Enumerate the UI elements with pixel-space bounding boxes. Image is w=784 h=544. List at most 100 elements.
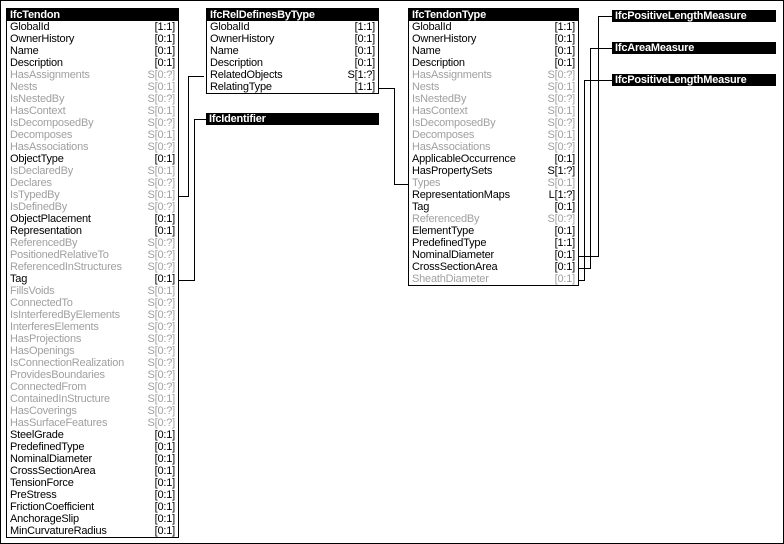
attribute-row[interactable]: Description [0:1] bbox=[7, 57, 178, 69]
attribute-row[interactable]: TensionForce [0:1] bbox=[7, 477, 178, 489]
attribute-row[interactable]: ApplicableOccurrence [0:1] bbox=[409, 153, 578, 165]
attribute-row[interactable]: RelatedObjects S[1:?] bbox=[207, 69, 378, 81]
attribute-name: IsNestedBy bbox=[10, 93, 65, 105]
attribute-name: FillsVoids bbox=[10, 285, 55, 297]
attribute-row[interactable]: Name [0:1] bbox=[207, 45, 378, 57]
attribute-row[interactable]: ObjectType [0:1] bbox=[7, 153, 178, 165]
attribute-cardinality: [0:1] bbox=[554, 273, 576, 285]
entity-ifctendon[interactable]: IfcTendon GlobalId [1:1] OwnerHistory [0:1… bbox=[6, 8, 179, 538]
attribute-row[interactable]: ObjectPlacement [0:1] bbox=[7, 213, 178, 225]
attribute-row[interactable]: RelatingType [1:1] bbox=[207, 81, 378, 93]
link-nominaldiameter-h1 bbox=[578, 256, 599, 257]
attribute-row[interactable]: IsDecomposedBy S[0:?] bbox=[409, 117, 578, 129]
attribute-cardinality: [0:1] bbox=[154, 273, 176, 285]
attribute-row[interactable]: IsTypedBy S[0:1] bbox=[7, 189, 178, 201]
attribute-row[interactable]: GlobalId [1:1] bbox=[7, 21, 178, 33]
typebox-ifcidentifier[interactable]: IfcIdentifier bbox=[206, 113, 379, 125]
attribute-row[interactable]: HasPropertySets S[1:?] bbox=[409, 165, 578, 177]
attribute-row[interactable]: HasProjections S[0:?] bbox=[7, 333, 178, 345]
attribute-cardinality: [0:1] bbox=[154, 429, 176, 441]
typebox-ifcpositivelengthmeasure-1[interactable]: IfcPositiveLengthMeasure bbox=[612, 10, 776, 22]
attribute-row[interactable]: SteelGrade [0:1] bbox=[7, 429, 178, 441]
attribute-name: NominalDiameter bbox=[10, 453, 92, 465]
attribute-name: FrictionCoefficient bbox=[10, 501, 95, 513]
attribute-row[interactable]: IsDeclaredBy S[0:1] bbox=[7, 165, 178, 177]
attribute-row[interactable]: ConnectedFrom S[0:?] bbox=[7, 381, 178, 393]
entity-ifctendontype[interactable]: IfcTendonType GlobalId [1:1] OwnerHistory… bbox=[408, 8, 579, 286]
attribute-row[interactable]: FrictionCoefficient [0:1] bbox=[7, 501, 178, 513]
attribute-row[interactable]: IsInterferedByElements S[0:?] bbox=[7, 309, 178, 321]
attribute-name: PredefinedType bbox=[10, 441, 85, 453]
attribute-cardinality: [0:1] bbox=[554, 261, 576, 273]
attribute-row[interactable]: GlobalId [1:1] bbox=[207, 21, 378, 33]
attribute-cardinality: S[0:1] bbox=[547, 177, 575, 189]
attribute-row[interactable]: MinCurvatureRadius [0:1] bbox=[7, 525, 178, 537]
attribute-row[interactable]: InterferesElements S[0:?] bbox=[7, 321, 178, 333]
attribute-row[interactable]: Nests S[0:1] bbox=[7, 81, 178, 93]
attribute-row[interactable]: ReferencedInStructures S[0:?] bbox=[7, 261, 178, 273]
typebox-ifcpositivelengthmeasure-2[interactable]: IfcPositiveLengthMeasure bbox=[612, 74, 776, 86]
attribute-row[interactable]: HasSurfaceFeatures S[0:?] bbox=[7, 417, 178, 429]
attribute-row[interactable]: GlobalId [1:1] bbox=[409, 21, 578, 33]
attribute-row[interactable]: IsConnectionRealization S[0:?] bbox=[7, 357, 178, 369]
attribute-row[interactable]: HasAssignments S[0:?] bbox=[409, 69, 578, 81]
attribute-row[interactable]: RepresentationMaps L[1:?] bbox=[409, 189, 578, 201]
attribute-name: Decomposes bbox=[412, 129, 475, 141]
attribute-name: ContainedInStructure bbox=[10, 393, 110, 405]
attribute-row[interactable]: Tag [0:1] bbox=[409, 201, 578, 213]
attribute-row[interactable]: HasAssignments S[0:?] bbox=[7, 69, 178, 81]
attribute-row[interactable]: ContainedInStructure S[0:1] bbox=[7, 393, 178, 405]
entity-ifcreldefinesbytype[interactable]: IfcRelDefinesByType GlobalId [1:1] OwnerH… bbox=[206, 8, 379, 94]
attribute-row[interactable]: Description [0:1] bbox=[409, 57, 578, 69]
attribute-name: InterferesElements bbox=[10, 321, 99, 333]
attribute-row[interactable]: Decomposes S[0:1] bbox=[7, 129, 178, 141]
attribute-name: ConnectedFrom bbox=[10, 381, 87, 393]
attribute-row[interactable]: HasContext S[0:1] bbox=[7, 105, 178, 117]
attribute-row[interactable]: ReferencedBy S[0:?] bbox=[409, 213, 578, 225]
attribute-row[interactable]: Types S[0:1] bbox=[409, 177, 578, 189]
attribute-row[interactable]: OwnerHistory [0:1] bbox=[207, 33, 378, 45]
typebox-ifcareameasure[interactable]: IfcAreaMeasure bbox=[612, 42, 776, 54]
attribute-row[interactable]: HasContext S[0:1] bbox=[409, 105, 578, 117]
attribute-row[interactable]: IsNestedBy S[0:?] bbox=[7, 93, 178, 105]
attribute-row[interactable]: ProvidesBoundaries S[0:?] bbox=[7, 369, 178, 381]
attribute-row[interactable]: IsNestedBy S[0:?] bbox=[409, 93, 578, 105]
attribute-row[interactable]: CrossSectionArea [0:1] bbox=[409, 261, 578, 273]
attribute-name: AnchorageSlip bbox=[10, 513, 79, 525]
attribute-row[interactable]: ConnectedTo S[0:?] bbox=[7, 297, 178, 309]
attribute-row[interactable]: Decomposes S[0:1] bbox=[409, 129, 578, 141]
attribute-cardinality: S[0:?] bbox=[147, 93, 175, 105]
attribute-row[interactable]: NominalDiameter [0:1] bbox=[409, 249, 578, 261]
attribute-row[interactable]: HasOpenings S[0:?] bbox=[7, 345, 178, 357]
attribute-row[interactable]: CrossSectionArea [0:1] bbox=[7, 465, 178, 477]
attribute-cardinality: S[0:?] bbox=[547, 213, 575, 225]
attribute-row[interactable]: HasCoverings S[0:?] bbox=[7, 405, 178, 417]
attribute-row[interactable]: IsDefinedBy S[0:?] bbox=[7, 201, 178, 213]
attribute-row[interactable]: Tag [0:1] bbox=[7, 273, 178, 285]
attribute-row[interactable]: HasAssociations S[0:?] bbox=[409, 141, 578, 153]
attribute-row[interactable]: Name [0:1] bbox=[409, 45, 578, 57]
attribute-row[interactable]: FillsVoids S[0:1] bbox=[7, 285, 178, 297]
attribute-row[interactable]: Declares S[0:?] bbox=[7, 177, 178, 189]
attribute-row[interactable]: Name [0:1] bbox=[7, 45, 178, 57]
attribute-row[interactable]: IsDecomposedBy S[0:?] bbox=[7, 117, 178, 129]
attribute-row[interactable]: OwnerHistory [0:1] bbox=[409, 33, 578, 45]
attribute-row[interactable]: PositionedRelativeTo S[0:?] bbox=[7, 249, 178, 261]
attribute-row[interactable]: Representation [0:1] bbox=[7, 225, 178, 237]
attribute-row[interactable]: PredefinedType [0:1] bbox=[7, 441, 178, 453]
attribute-cardinality: [0:1] bbox=[154, 477, 176, 489]
link-sheathdiameter-h2 bbox=[584, 80, 612, 81]
attribute-row[interactable]: Description [0:1] bbox=[207, 57, 378, 69]
attribute-name: Tag bbox=[412, 201, 430, 213]
attribute-row[interactable]: Nests S[0:1] bbox=[409, 81, 578, 93]
attribute-row[interactable]: AnchorageSlip [0:1] bbox=[7, 513, 178, 525]
attribute-row[interactable]: PreStress [0:1] bbox=[7, 489, 178, 501]
attribute-cardinality: S[0:?] bbox=[147, 309, 175, 321]
attribute-row[interactable]: HasAssociations S[0:?] bbox=[7, 141, 178, 153]
attribute-row[interactable]: SheathDiameter [0:1] bbox=[409, 273, 578, 285]
attribute-row[interactable]: PredefinedType [1:1] bbox=[409, 237, 578, 249]
attribute-row[interactable]: NominalDiameter [0:1] bbox=[7, 453, 178, 465]
attribute-row[interactable]: ElementType [0:1] bbox=[409, 225, 578, 237]
attribute-row[interactable]: OwnerHistory [0:1] bbox=[7, 33, 178, 45]
attribute-row[interactable]: ReferencedBy S[0:?] bbox=[7, 237, 178, 249]
